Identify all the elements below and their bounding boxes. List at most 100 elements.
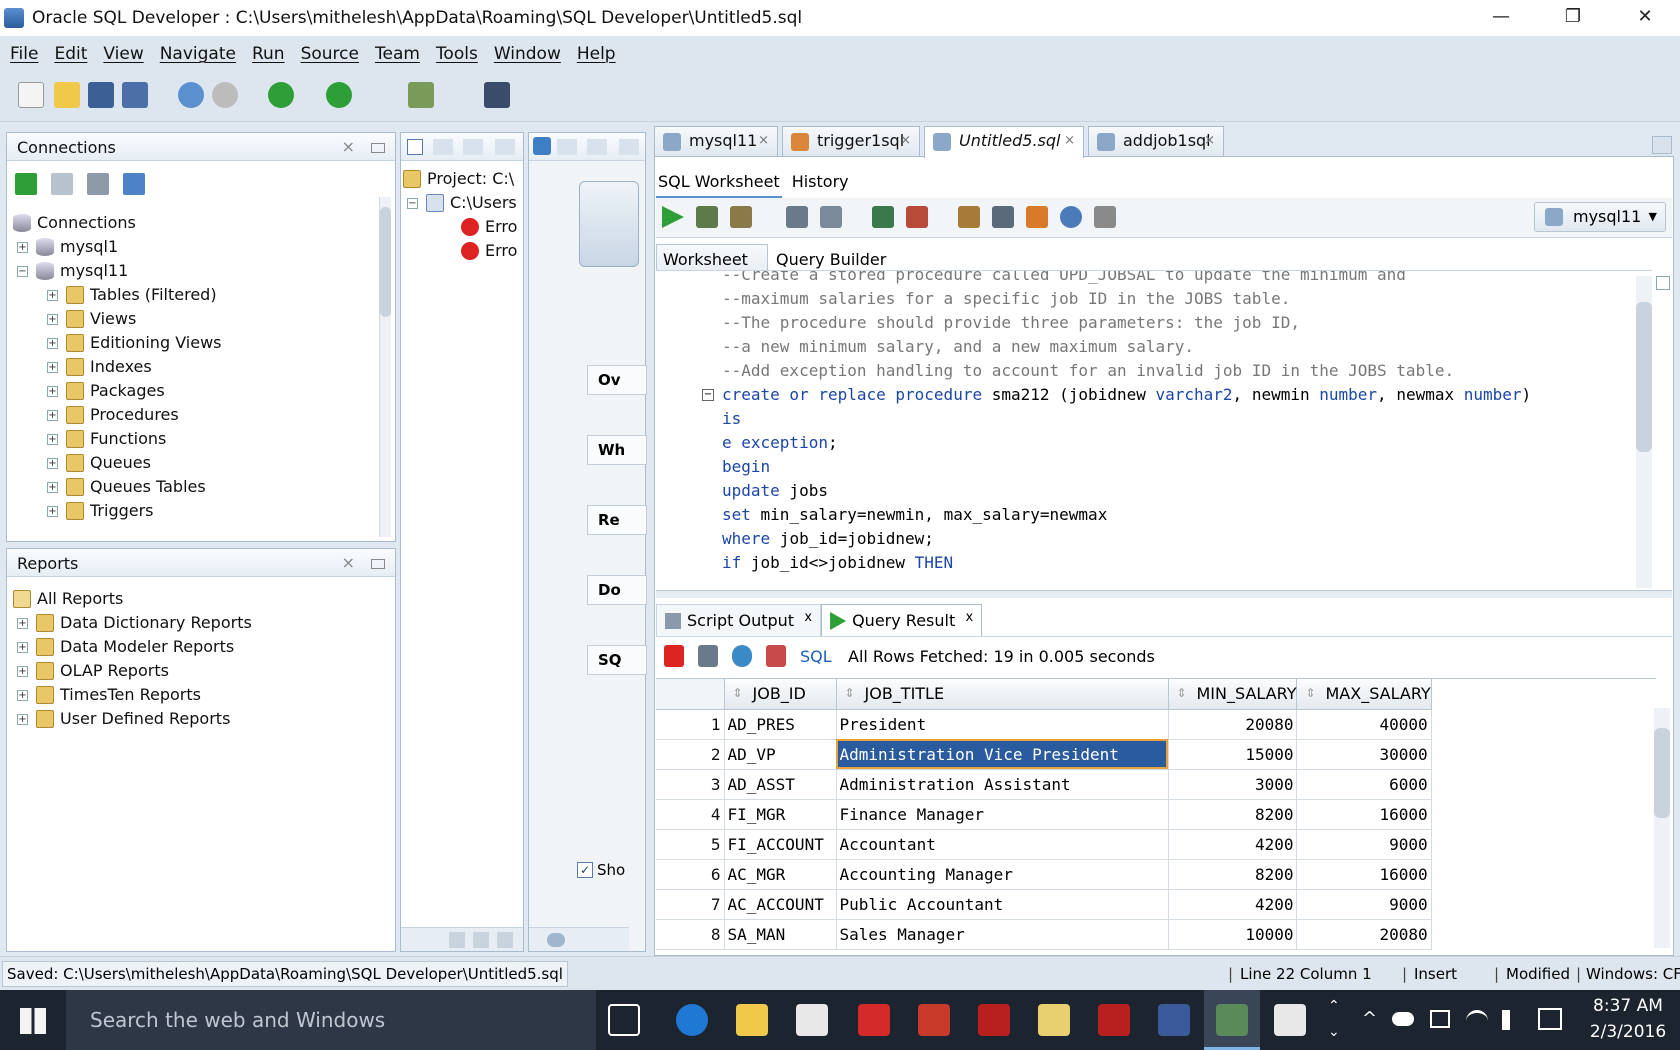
- menu-navigate[interactable]: Navigate: [156, 44, 248, 64]
- table-cell[interactable]: Finance Manager: [836, 799, 1169, 830]
- table-cell[interactable]: 8200: [1168, 859, 1298, 890]
- table-row[interactable]: 8 SA_MAN Sales Manager 10000 20080: [656, 919, 1432, 950]
- tree-item-queues[interactable]: + Queues: [47, 451, 151, 475]
- scrollbar-thumb[interactable]: [380, 207, 391, 317]
- tools-icon[interactable]: [1094, 206, 1116, 228]
- scroll-down-icon[interactable]: ⌄: [1328, 1024, 1340, 1040]
- scroll-up-icon[interactable]: ⌃: [1328, 998, 1340, 1014]
- menu-help[interactable]: Help: [573, 44, 628, 64]
- expand-icon[interactable]: +: [17, 713, 28, 725]
- tree-item-user-defined-reports[interactable]: + User Defined Reports: [17, 707, 230, 731]
- commit-icon[interactable]: [872, 206, 894, 228]
- expand-icon[interactable]: +: [17, 689, 28, 701]
- menu-file[interactable]: File: [6, 44, 50, 64]
- sql-tuning-icon[interactable]: [820, 206, 842, 228]
- tree-item-indexes[interactable]: + Indexes: [47, 355, 152, 379]
- scrollbar-thumb[interactable]: [1654, 728, 1670, 818]
- table-row[interactable]: 3 AD_ASST Administration Assistant 3000 6000: [656, 769, 1432, 800]
- sticky-notes-icon[interactable]: [1038, 1004, 1070, 1036]
- tree-root-all-reports[interactable]: All Reports: [13, 587, 123, 611]
- connections-minimize-button[interactable]: [371, 143, 385, 153]
- table-cell[interactable]: 8200: [1168, 799, 1298, 830]
- edge-icon[interactable]: [676, 1004, 708, 1036]
- volume-icon[interactable]: [1502, 1010, 1522, 1030]
- column-header-job-title[interactable]: ⇕ JOB_TITLE: [836, 679, 1169, 710]
- scrollbar-thumb[interactable]: [547, 933, 565, 947]
- project-users-node[interactable]: − C:\Users: [407, 191, 517, 215]
- table-cell[interactable]: 3000: [1168, 769, 1298, 800]
- tree-item-editioning-views[interactable]: + Editioning Views: [47, 331, 222, 355]
- table-row[interactable]: 1 AD_PRES President 20080 40000: [656, 709, 1432, 740]
- table-row[interactable]: 6 AC_MGR Accounting Manager 8200 16000: [656, 859, 1432, 890]
- scroll-right-icon[interactable]: [473, 932, 489, 948]
- code-editor[interactable]: --Create a stored procedure called UPD_J…: [656, 270, 1652, 590]
- show-on-startup[interactable]: ✓ Sho: [577, 861, 625, 879]
- expand-icon[interactable]: +: [17, 665, 28, 677]
- table-cell[interactable]: SA_MAN: [724, 919, 837, 950]
- splitter[interactable]: [656, 590, 1672, 598]
- scrollbar-thumb[interactable]: [1636, 302, 1652, 452]
- undo-icon[interactable]: [178, 82, 204, 108]
- forward-icon[interactable]: [326, 82, 352, 108]
- code-vscroll[interactable]: [1636, 276, 1652, 588]
- menu-run[interactable]: Run: [248, 44, 297, 64]
- table-cell[interactable]: Sales Manager: [836, 919, 1169, 950]
- sql-developer-active-icon[interactable]: [1216, 1004, 1248, 1036]
- table-cell[interactable]: 30000: [1296, 739, 1432, 770]
- clock-date[interactable]: 2/3/2016: [1580, 1022, 1676, 1042]
- tab-close-button[interactable]: x: [966, 610, 974, 625]
- tab-list-dropdown[interactable]: [1652, 136, 1672, 154]
- table-cell[interactable]: 16000: [1296, 799, 1432, 830]
- overview-button[interactable]: Ov: [587, 365, 647, 395]
- grid-vscroll[interactable]: [1654, 708, 1670, 948]
- expand-icon[interactable]: +: [47, 313, 58, 325]
- documentation-button[interactable]: Do: [587, 575, 647, 605]
- table-row[interactable]: 7 AC_ACCOUNT Public Accountant 4200 9000: [656, 889, 1432, 920]
- menu-source[interactable]: Source: [297, 44, 371, 64]
- tree-item-functions[interactable]: + Functions: [47, 427, 166, 451]
- tree-item-data-modeler-reports[interactable]: + Data Modeler Reports: [17, 635, 234, 659]
- table-cell[interactable]: 4200: [1168, 829, 1298, 860]
- autotrace-icon[interactable]: [730, 206, 752, 228]
- tree-item-timesten-reports[interactable]: + TimesTen Reports: [17, 683, 201, 707]
- run-script-icon[interactable]: [696, 206, 718, 228]
- table-row[interactable]: 2 AD_VP Administration Vice President 15000…: [656, 739, 1432, 770]
- tab-query-result[interactable]: Query Result x: [821, 604, 983, 636]
- menu-tools[interactable]: Tools: [432, 44, 490, 64]
- tree-item-procedures[interactable]: + Procedures: [47, 403, 179, 427]
- sql-history-icon[interactable]: [1060, 206, 1082, 228]
- tree-item-olap-reports[interactable]: + OLAP Reports: [17, 659, 169, 683]
- refresh-icon[interactable]: [732, 645, 752, 667]
- tab-script-output[interactable]: Script Output x: [656, 604, 822, 636]
- close-button[interactable]: ✕: [1610, 0, 1680, 36]
- tab-sql-worksheet[interactable]: SQL Worksheet: [656, 168, 782, 198]
- forward-nav-icon[interactable]: [587, 139, 607, 155]
- tab-history[interactable]: History: [782, 168, 859, 198]
- expand-icon[interactable]: +: [17, 641, 28, 653]
- expand-icon[interactable]: +: [17, 617, 28, 629]
- task-view-icon[interactable]: [608, 1004, 640, 1036]
- tab-close-button[interactable]: x: [804, 610, 812, 625]
- tree-item-mysql11[interactable]: − mysql11: [17, 259, 128, 283]
- table-cell[interactable]: FI_MGR: [724, 799, 837, 830]
- app-icon-red[interactable]: [918, 1004, 950, 1036]
- table-cell[interactable]: 4200: [1168, 889, 1298, 920]
- table-cell[interactable]: 16000: [1296, 859, 1432, 890]
- minimize-button[interactable]: —: [1466, 0, 1536, 36]
- start-hscroll[interactable]: [529, 927, 629, 951]
- menu-view[interactable]: View: [99, 44, 155, 64]
- reader-icon[interactable]: [858, 1004, 890, 1036]
- expand-icon[interactable]: +: [47, 337, 58, 349]
- table-row[interactable]: 4 FI_MGR Finance Manager 8200 16000: [656, 799, 1432, 830]
- redo-icon[interactable]: [212, 82, 238, 108]
- table-cell[interactable]: AD_VP: [724, 739, 837, 770]
- table-cell[interactable]: Accounting Manager: [836, 859, 1169, 890]
- tab-untitled5[interactable]: Untitled5.sql ×: [924, 126, 1084, 158]
- table-cell[interactable]: AC_MGR: [724, 859, 837, 890]
- clock-time[interactable]: 8:37 AM: [1580, 996, 1676, 1016]
- rollback-icon[interactable]: [906, 206, 928, 228]
- tree-item-tables[interactable]: + Tables (Filtered): [47, 283, 217, 307]
- table-cell[interactable]: 40000: [1296, 709, 1432, 740]
- tab-addjob1sql[interactable]: addjob1sql ×: [1088, 126, 1224, 156]
- table-cell[interactable]: 20080: [1296, 919, 1432, 950]
